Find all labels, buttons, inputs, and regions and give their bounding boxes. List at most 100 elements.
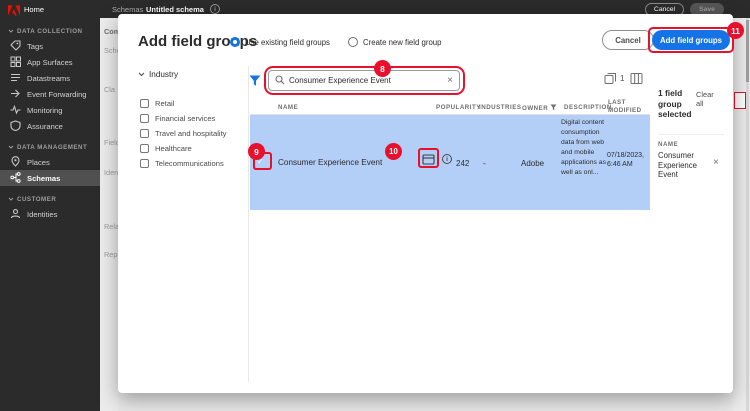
view-settings-icon[interactable] [630, 72, 643, 90]
background-partial-label: Com [104, 27, 118, 36]
schemas-icon [10, 171, 21, 185]
app-surfaces-icon [10, 56, 21, 69]
schema-info-icon[interactable]: i [210, 4, 220, 14]
radio-unselected-icon [348, 37, 358, 47]
background-partial-label: Sche [104, 46, 118, 55]
filter-option-label: Travel and hospitality [155, 129, 227, 138]
search-icon [275, 72, 285, 90]
radio-create-new-field-group[interactable]: Create new field group [348, 37, 441, 47]
sidebar-item-assurance[interactable]: Assurance [0, 118, 100, 134]
sidebar-item-label: Places [27, 157, 50, 167]
summary-divider [658, 134, 724, 135]
radio-label: Create new field group [363, 37, 442, 47]
row-industries: - [483, 159, 486, 168]
radio-selected-icon [230, 37, 240, 47]
row-last-modified: 07/18/2023, 6:46 AM [607, 152, 644, 168]
filter-option-retail[interactable]: Retail [140, 99, 174, 108]
sidebar-item-datastreams[interactable]: Datastreams [0, 70, 100, 86]
column-header-description[interactable]: DESCRIPTION [564, 104, 612, 111]
sidebar-item-monitoring[interactable]: Monitoring [0, 102, 100, 118]
background-partial-label: Ident [104, 168, 118, 177]
filter-option-label: Retail [155, 99, 175, 108]
chevron-down-icon [8, 196, 14, 203]
sidebar-item-event-forwarding[interactable]: Event Forwarding [0, 86, 100, 102]
modal-cancel-button[interactable]: Cancel [602, 30, 654, 50]
monitoring-icon [10, 104, 21, 117]
sidebar-section-data-management[interactable]: DATA MANAGEMENT [8, 144, 100, 151]
background-partial-label: Repr [104, 250, 118, 259]
annotation-badge-9: 9 [248, 143, 265, 160]
row-popularity: 242 [456, 159, 470, 168]
identities-icon [10, 208, 21, 221]
owner-filter-icon[interactable] [550, 104, 557, 113]
clear-search-icon[interactable]: × [447, 75, 453, 86]
column-header-owner[interactable]: OWNER [522, 104, 557, 113]
filter-group-industry[interactable]: Industry [138, 70, 178, 79]
summary-name-label: NAME [658, 141, 679, 148]
preview-icon[interactable] [422, 153, 435, 171]
radio-label: Use existing field groups [245, 37, 330, 47]
filter-option-label: Telecommunications [155, 159, 224, 168]
column-header-popularity[interactable]: POPULARITY [436, 104, 481, 111]
filters-divider [248, 66, 249, 382]
add-field-groups-button[interactable]: Add field groups [652, 30, 730, 50]
breadcrumb-section[interactable]: Schemas [112, 5, 143, 14]
sidebar-item-label: Tags [27, 41, 44, 51]
filter-option-financial-services[interactable]: Financial services [140, 114, 215, 123]
filter-option-telecommunications[interactable]: Telecommunications [140, 159, 224, 168]
datastreams-icon [10, 72, 21, 85]
filter-toggle-icon[interactable] [249, 74, 261, 92]
sidebar-section-label: DATA COLLECTION [17, 28, 83, 35]
filter-option-label: Financial services [155, 114, 216, 123]
sidebar-item-label: Event Forwarding [27, 89, 87, 99]
background-partial-label: Field [104, 138, 118, 147]
add-field-groups-modal: Add field groups Use existing field grou… [118, 14, 744, 393]
checkbox-unchecked[interactable] [140, 114, 149, 123]
column-header-industries[interactable]: INDUSTRIES [479, 104, 521, 111]
sidebar-item-label: Schemas [27, 173, 61, 183]
sidebar-item-label: Monitoring [27, 105, 63, 115]
sidebar-item-app-surfaces[interactable]: App Surfaces [0, 54, 100, 70]
breadcrumb-page: Untitled schema [146, 5, 204, 14]
app-root: Home Schemas Untitled schema i Cancel Sa… [0, 0, 750, 411]
home-link[interactable]: Home [24, 5, 44, 14]
checkbox-unchecked[interactable] [140, 129, 149, 138]
selected-count: 1 [620, 74, 625, 83]
row-owner: Adobe [521, 159, 545, 168]
remove-selected-icon[interactable]: × [713, 157, 719, 168]
checkbox-unchecked[interactable] [140, 144, 149, 153]
sidebar-item-identities[interactable]: Identities [0, 206, 100, 222]
annotation-badge-8: 8 [374, 60, 391, 77]
column-header-last-modified[interactable]: LAST MODIFIED [608, 99, 642, 114]
field-group-search: × [268, 70, 460, 91]
row-info-icon[interactable]: i [442, 154, 452, 164]
page-scrollbar-thumb[interactable] [746, 20, 749, 82]
summary-title: 1 field group selected [658, 88, 692, 119]
column-header-name[interactable]: NAME [278, 104, 298, 111]
background-partial-label: Cla [104, 85, 115, 94]
sidebar-item-label: Assurance [27, 121, 63, 131]
sidebar-section-data-collection[interactable]: DATA COLLECTION [8, 28, 100, 35]
selected-cards-icon[interactable] [604, 72, 617, 90]
checkbox-unchecked[interactable] [140, 159, 149, 168]
search-input[interactable] [289, 76, 444, 85]
filter-option-healthcare[interactable]: Healthcare [140, 144, 192, 153]
table-row-consumer-experience-event[interactable]: Consumer Experience Event i 242 - Adobe … [250, 115, 650, 210]
sidebar-item-schemas[interactable]: Schemas [0, 170, 100, 186]
clear-all-link[interactable]: Clear all [696, 90, 722, 108]
filter-group-label: Industry [149, 70, 179, 79]
chevron-down-icon [138, 70, 145, 79]
sidebar-item-tags[interactable]: Tags [0, 38, 100, 54]
column-header-label: OWNER [522, 105, 549, 112]
sidebar-item-places[interactable]: Places [0, 154, 100, 170]
sidebar-section-customer[interactable]: CUSTOMER [8, 196, 100, 203]
page-scrollbar[interactable] [746, 18, 749, 411]
radio-use-existing-field-groups[interactable]: Use existing field groups [230, 37, 330, 47]
summary-selected-item: Consumer Experience Event [658, 151, 698, 179]
sidebar-item-label: App Surfaces [27, 57, 73, 67]
places-icon [10, 155, 21, 169]
tag-icon [10, 39, 21, 53]
checkbox-unchecked[interactable] [140, 99, 149, 108]
chevron-down-icon [8, 28, 14, 35]
filter-option-travel-hospitality[interactable]: Travel and hospitality [140, 129, 226, 138]
